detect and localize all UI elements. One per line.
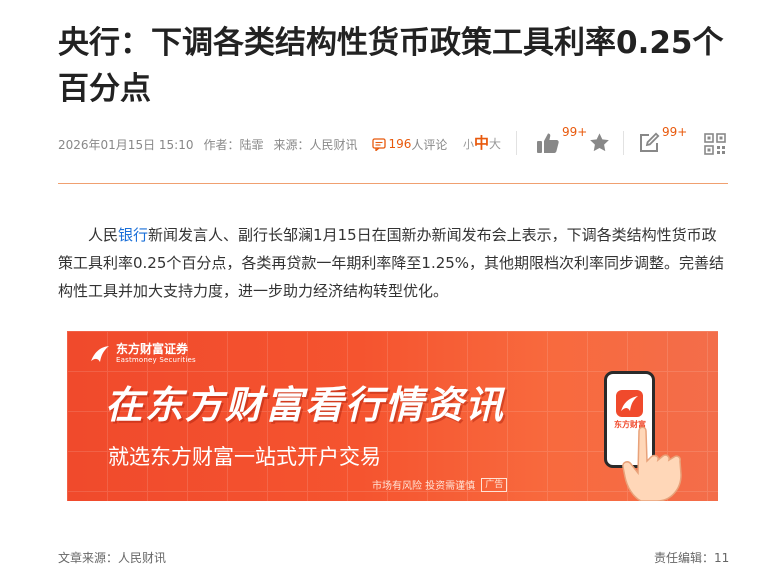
ad-headline: 在东方财富看行情资讯 <box>105 383 506 427</box>
author: 作者：陆霏 <box>203 137 264 152</box>
star-icon[interactable] <box>588 132 611 154</box>
qr-code-icon[interactable] <box>704 133 726 155</box>
divider-vertical <box>623 131 624 155</box>
ad-banner[interactable]: 东方财富证券 Eastmoney Securities 在东方财富看行情资讯 就… <box>67 331 718 501</box>
body-text-part-2: 新闻发言人、副行长邹澜1月15日在国新办新闻发布会上表示，下调各类结构性货币政策… <box>58 226 725 300</box>
comment-label: 人评论 <box>411 137 448 152</box>
font-size-large[interactable]: 大 <box>489 135 501 152</box>
font-size-small[interactable]: 小 <box>463 136 474 152</box>
ad-brand-name-en: Eastmoney Securities <box>116 356 196 364</box>
comment-count: 196 <box>388 137 412 151</box>
body-link-bank[interactable]: 银行 <box>118 226 148 244</box>
publish-datetime: 2026年01月15日 15:10 <box>58 137 194 152</box>
like-count: 99+ <box>562 125 588 139</box>
comment-icon <box>371 137 386 151</box>
ad-subline: 就选东方财富一站式开户交易 <box>108 445 381 469</box>
article-body: 人民银行新闻发言人、副行长邹澜1月15日在国新办新闻发布会上表示，下调各类结构性… <box>58 221 728 305</box>
eastmoney-app-icon <box>621 396 638 411</box>
article-source-footer: 文章来源：人民财讯 <box>58 551 167 565</box>
app-icon <box>616 390 643 417</box>
editor-footer: 责任编辑：11 <box>654 551 730 565</box>
source[interactable]: 来源：人民财讯 <box>274 136 358 153</box>
font-size-medium[interactable]: 中 <box>474 132 489 153</box>
pointing-hand-icon <box>622 426 682 501</box>
eastmoney-logo-icon <box>91 346 109 362</box>
thumbs-up-icon[interactable] <box>536 131 560 155</box>
divider-vertical <box>516 131 517 155</box>
ad-brand-name: 东方财富证券 <box>116 342 189 356</box>
article-title: 央行：下调各类结构性货币政策工具利率0.25个百分点 <box>58 25 724 107</box>
edit-count: 99+ <box>662 125 688 139</box>
ad-risk-notice: 市场有风险 投资需谨慎 广告 <box>372 477 508 492</box>
body-text-part-1: 人民 <box>88 226 119 244</box>
article-meta: 2026年01月15日 15:10 作者：陆霏 来源：人民财讯 196 人评论 <box>58 133 730 155</box>
edit-icon[interactable] <box>638 132 660 154</box>
ad-tag: 广告 <box>481 477 508 492</box>
ad-risk-text: 市场有风险 投资需谨慎 <box>372 481 476 492</box>
font-size-switcher: 小 中 大 <box>463 132 501 153</box>
header-divider <box>58 183 728 184</box>
comment-link[interactable]: 196 人评论 <box>371 136 448 153</box>
ad-brand-logo: 东方财富证券 Eastmoney Securities <box>89 343 196 365</box>
